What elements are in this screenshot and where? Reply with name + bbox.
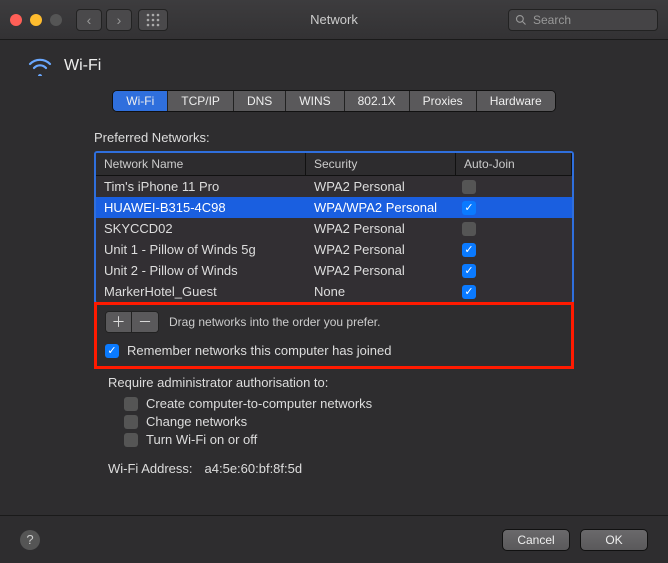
cell-security: WPA2 Personal [306, 263, 456, 278]
search-input[interactable]: Search [508, 9, 658, 31]
preferred-networks-table: Network Name Security Auto-Join Tim's iP… [94, 151, 574, 304]
wifi-icon [28, 56, 52, 76]
tab-proxies[interactable]: Proxies [410, 91, 477, 111]
auth-option-checkbox[interactable] [124, 415, 138, 429]
auth-option-label: Change networks [146, 414, 247, 429]
page-header: Wi-Fi [0, 40, 668, 86]
table-row[interactable]: Unit 1 - Pillow of Winds 5gWPA2 Personal… [96, 239, 572, 260]
forward-button[interactable]: › [106, 9, 132, 31]
tab-8021x[interactable]: 802.1X [345, 91, 410, 111]
remove-network-button[interactable]: － [132, 312, 158, 332]
auth-option-checkbox[interactable] [124, 397, 138, 411]
table-header: Network Name Security Auto-Join [96, 153, 572, 176]
table-body: Tim's iPhone 11 ProWPA2 PersonalHUAWEI-B… [96, 176, 572, 302]
col-auto-join[interactable]: Auto-Join [456, 153, 572, 175]
cell-security: WPA/WPA2 Personal [306, 200, 456, 215]
tab-wins[interactable]: WINS [286, 91, 344, 111]
autojoin-checkbox[interactable]: ✓ [462, 243, 476, 257]
wifi-address-value: a4:5e:60:bf:8f:5d [205, 461, 303, 476]
maximize-icon [50, 14, 62, 26]
autojoin-checkbox[interactable]: ✓ [462, 264, 476, 278]
tab-dns[interactable]: DNS [234, 91, 286, 111]
col-network-name[interactable]: Network Name [96, 153, 306, 175]
auth-option-label: Create computer-to-computer networks [146, 396, 372, 411]
cell-network-name: MarkerHotel_Guest [96, 284, 306, 299]
table-row[interactable]: MarkerHotel_GuestNone ✓ [96, 281, 572, 302]
autojoin-checkbox[interactable] [462, 222, 476, 236]
preferred-networks-label: Preferred Networks: [94, 130, 574, 145]
footer: ? Cancel OK [0, 515, 668, 563]
autojoin-checkbox[interactable]: ✓ [462, 201, 476, 215]
minimize-icon[interactable] [30, 14, 42, 26]
table-row[interactable]: Unit 2 - Pillow of WindsWPA2 Personal ✓ [96, 260, 572, 281]
drag-hint: Drag networks into the order you prefer. [169, 315, 380, 329]
titlebar: ‹ › Network Search [0, 0, 668, 40]
highlighted-section: ＋ － Drag networks into the order you pre… [94, 302, 574, 369]
table-row[interactable]: SKYCCD02WPA2 Personal [96, 218, 572, 239]
cell-security: WPA2 Personal [306, 221, 456, 236]
autojoin-checkbox[interactable] [462, 180, 476, 194]
cell-network-name: HUAWEI-B315-4C98 [96, 200, 306, 215]
add-remove-toolbar: ＋ － [105, 311, 159, 333]
cell-security: None [306, 284, 456, 299]
table-row[interactable]: Tim's iPhone 11 ProWPA2 Personal [96, 176, 572, 197]
table-row[interactable]: HUAWEI-B315-4C98WPA/WPA2 Personal ✓ [96, 197, 572, 218]
ok-button[interactable]: OK [580, 529, 648, 551]
auth-section-label: Require administrator authorisation to: [108, 375, 574, 390]
remember-networks-checkbox[interactable]: ✓ [105, 344, 119, 358]
tab-bar: Wi-FiTCP/IPDNSWINS802.1XProxiesHardware [112, 90, 555, 112]
add-network-button[interactable]: ＋ [106, 312, 132, 332]
tab-wifi[interactable]: Wi-Fi [113, 91, 168, 111]
remember-networks-label: Remember networks this computer has join… [127, 343, 391, 358]
cell-network-name: Tim's iPhone 11 Pro [96, 179, 306, 194]
window-controls [10, 14, 62, 26]
autojoin-checkbox[interactable]: ✓ [462, 285, 476, 299]
tab-tcpip[interactable]: TCP/IP [168, 91, 234, 111]
help-button[interactable]: ? [20, 530, 40, 550]
cell-security: WPA2 Personal [306, 179, 456, 194]
cell-network-name: Unit 2 - Pillow of Winds [96, 263, 306, 278]
cell-security: WPA2 Personal [306, 242, 456, 257]
grid-button[interactable] [138, 9, 168, 31]
back-button[interactable]: ‹ [76, 9, 102, 31]
auth-option-checkbox[interactable] [124, 433, 138, 447]
search-icon [515, 14, 527, 26]
wifi-address-label: Wi-Fi Address: [108, 461, 193, 476]
col-security[interactable]: Security [306, 153, 456, 175]
nav-buttons: ‹ › [76, 9, 132, 31]
close-icon[interactable] [10, 14, 22, 26]
tab-hardware[interactable]: Hardware [477, 91, 555, 111]
search-placeholder: Search [533, 13, 571, 27]
auth-option-label: Turn Wi-Fi on or off [146, 432, 257, 447]
cell-network-name: SKYCCD02 [96, 221, 306, 236]
cell-network-name: Unit 1 - Pillow of Winds 5g [96, 242, 306, 257]
cancel-button[interactable]: Cancel [502, 529, 570, 551]
page-title: Wi-Fi [64, 57, 101, 75]
